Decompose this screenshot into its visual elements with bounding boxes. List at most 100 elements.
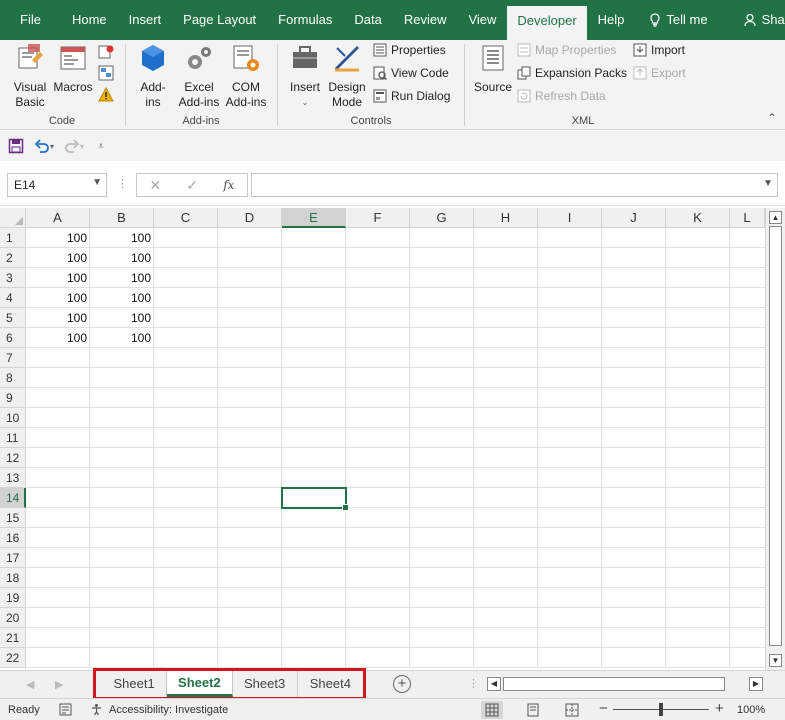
row-header-11[interactable]: 11 [0,428,26,448]
cancel-icon[interactable]: ✕ [150,177,162,194]
macro-record-icon[interactable] [59,703,72,716]
column-header-c[interactable]: C [154,208,218,228]
import-button[interactable]: Import [633,43,685,57]
scroll-left-icon[interactable]: ◀ [487,677,501,691]
macro-security-icon[interactable] [98,87,114,103]
cell-a3[interactable]: 100 [26,268,90,288]
expansion-packs-button[interactable]: Expansion Packs [517,66,627,80]
customize-qat-icon[interactable]: ⩡ [98,141,104,152]
add-sheet-icon[interactable]: + [393,675,411,693]
cell-a2[interactable]: 100 [26,248,90,268]
tab-page-layout[interactable]: Page Layout [172,0,267,40]
run-dialog-button[interactable]: Run Dialog [373,89,450,103]
view-code-button[interactable]: View Code [373,66,449,80]
cell-a1[interactable]: 100 [26,228,90,248]
row-header-12[interactable]: 12 [0,448,26,468]
row-header-18[interactable]: 18 [0,568,26,588]
tab-insert[interactable]: Insert [118,0,173,40]
horizontal-scroll-thumb[interactable] [503,677,725,691]
save-icon[interactable] [8,138,24,154]
column-header-h[interactable]: H [474,208,538,228]
horizontal-scrollbar[interactable]: ◀ ▶ [487,677,764,693]
row-header-7[interactable]: 7 [0,348,26,368]
formula-input[interactable]: ▼ [251,173,778,197]
undo-icon[interactable] [34,138,50,154]
name-box[interactable]: E14 ▼ [7,173,107,197]
insert-function-icon[interactable]: fx [223,178,234,192]
cell-b6[interactable]: 100 [90,328,154,348]
page-break-view-icon[interactable] [561,701,583,719]
redo-dropdown-icon[interactable]: ▾ [80,142,84,151]
row-header-16[interactable]: 16 [0,528,26,548]
insert-control-button[interactable]: Insert ⌄ [286,42,324,110]
redo-icon[interactable] [64,138,80,154]
column-header-l[interactable]: L [730,208,765,228]
cell-b1[interactable]: 100 [90,228,154,248]
row-header-6[interactable]: 6 [0,328,26,348]
accessibility-status[interactable]: Accessibility: Investigate [109,704,228,716]
tab-formulas[interactable]: Formulas [267,0,343,40]
row-header-13[interactable]: 13 [0,468,26,488]
column-header-d[interactable]: D [218,208,282,228]
collapse-ribbon-icon[interactable]: ⌃ [767,111,777,125]
row-header-2[interactable]: 2 [0,248,26,268]
scroll-up-icon[interactable]: ▲ [769,211,782,224]
zoom-out-icon[interactable]: − [599,700,608,717]
vertical-scroll-thumb[interactable] [769,226,782,646]
enter-icon[interactable]: ✓ [186,177,198,194]
row-header-17[interactable]: 17 [0,548,26,568]
vertical-scrollbar[interactable]: ▲ ▼ [765,208,785,670]
active-cell[interactable] [281,487,349,511]
map-properties-button[interactable]: Map Properties [517,43,616,57]
column-header-b[interactable]: B [90,208,154,228]
tab-view[interactable]: View [457,0,507,40]
tab-help[interactable]: Help [587,0,636,40]
normal-view-icon[interactable] [481,701,503,719]
share-button[interactable]: Share [733,0,785,40]
row-header-15[interactable]: 15 [0,508,26,528]
cell-a5[interactable]: 100 [26,308,90,328]
scroll-right-icon[interactable]: ▶ [749,677,763,691]
cell-a6[interactable]: 100 [26,328,90,348]
select-all-button[interactable] [0,208,26,228]
sheet-tab-sheet4[interactable]: Sheet4 [298,671,363,697]
sheet-tab-sheet2[interactable]: Sheet2 [167,671,233,697]
column-header-k[interactable]: K [666,208,730,228]
cell-b5[interactable]: 100 [90,308,154,328]
column-header-j[interactable]: J [602,208,666,228]
zoom-in-icon[interactable]: + [715,700,724,717]
row-header-21[interactable]: 21 [0,628,26,648]
cell-a4[interactable]: 100 [26,288,90,308]
prev-sheet-icon[interactable]: ◀ [26,678,34,691]
properties-button[interactable]: Properties [373,43,446,57]
refresh-data-button[interactable]: Refresh Data [517,89,606,103]
row-header-1[interactable]: 1 [0,228,26,248]
row-header-3[interactable]: 3 [0,268,26,288]
tab-developer[interactable]: Developer [507,6,587,40]
tab-splitter-icon[interactable]: ⋮ [468,677,479,690]
tab-review[interactable]: Review [393,0,458,40]
cell-b4[interactable]: 100 [90,288,154,308]
excel-addins-button[interactable]: Excel Add-ins [176,42,222,110]
cell-area[interactable]: 100 100 100 100 100 100 100 100 100 100 100 100 [26,228,765,668]
column-header-f[interactable]: F [346,208,410,228]
row-header-8[interactable]: 8 [0,368,26,388]
column-header-a[interactable]: A [26,208,90,228]
tab-file[interactable]: File [0,0,61,40]
next-sheet-icon[interactable]: ▶ [55,678,63,691]
tab-data[interactable]: Data [343,0,392,40]
chevron-down-icon[interactable]: ▼ [92,177,102,188]
row-header-4[interactable]: 4 [0,288,26,308]
row-header-5[interactable]: 5 [0,308,26,328]
addins-button[interactable]: Add- ins [132,42,174,110]
record-macro-icon[interactable] [98,44,114,60]
page-layout-view-icon[interactable] [522,701,544,719]
macros-button[interactable]: Macros [52,42,94,95]
column-header-i[interactable]: I [538,208,602,228]
com-addins-button[interactable]: COM Add-ins [223,42,269,110]
undo-dropdown-icon[interactable]: ▾ [50,142,54,151]
relative-references-icon[interactable] [98,65,114,81]
tab-home[interactable]: Home [61,0,118,40]
row-header-10[interactable]: 10 [0,408,26,428]
zoom-level[interactable]: 100% [737,704,765,716]
